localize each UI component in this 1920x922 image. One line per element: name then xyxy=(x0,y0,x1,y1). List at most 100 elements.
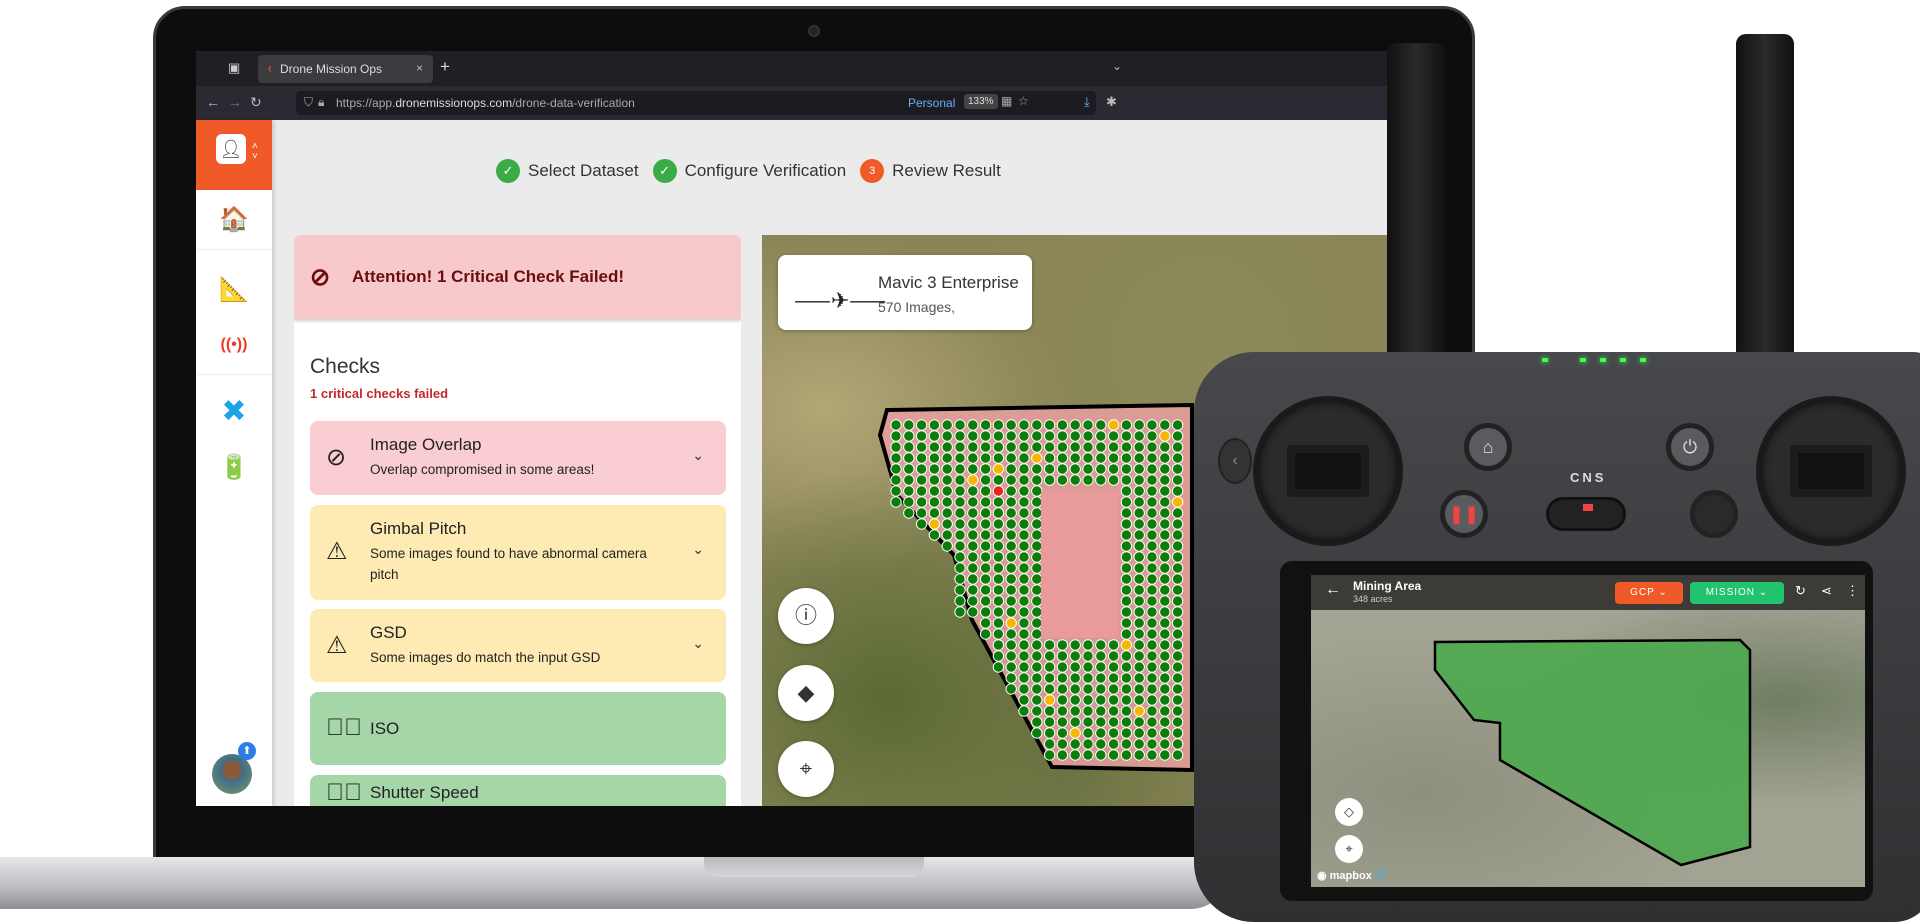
check-item-iso[interactable]: ✓⃝ ISO xyxy=(310,692,726,765)
image-point[interactable] xyxy=(1159,716,1171,728)
image-point[interactable] xyxy=(967,507,979,519)
image-point[interactable] xyxy=(941,419,953,431)
image-point[interactable] xyxy=(1133,441,1145,453)
image-point[interactable] xyxy=(1146,639,1158,651)
image-point[interactable] xyxy=(992,441,1005,453)
image-point[interactable] xyxy=(890,441,902,453)
image-point[interactable] xyxy=(1146,749,1158,761)
image-point[interactable] xyxy=(1005,518,1017,530)
image-point[interactable] xyxy=(1133,639,1145,651)
image-point[interactable] xyxy=(1005,661,1017,673)
image-point[interactable] xyxy=(1095,639,1107,651)
mission-dropdown[interactable]: MISSION ⌄ xyxy=(1690,582,1784,604)
image-point[interactable] xyxy=(1171,485,1184,497)
image-point[interactable] xyxy=(1146,441,1158,453)
image-point[interactable] xyxy=(928,496,941,508)
image-point[interactable] xyxy=(967,430,979,442)
image-point[interactable] xyxy=(979,430,992,442)
image-point[interactable] xyxy=(954,562,966,574)
image-point[interactable] xyxy=(1171,562,1184,574)
image-point[interactable] xyxy=(1069,474,1081,486)
check-item-gsd[interactable]: ⚠ GSD Some images do match the input GSD… xyxy=(310,609,726,682)
image-point[interactable] xyxy=(1069,705,1081,717)
image-point[interactable] xyxy=(1171,727,1184,739)
image-point[interactable] xyxy=(903,430,915,442)
image-point[interactable] xyxy=(967,441,979,453)
image-point[interactable] xyxy=(1120,584,1133,596)
image-point[interactable] xyxy=(992,617,1005,629)
image-point[interactable] xyxy=(1171,496,1184,508)
image-point[interactable] xyxy=(1095,474,1107,486)
image-point[interactable] xyxy=(1171,573,1184,585)
image-point[interactable] xyxy=(1005,617,1017,629)
image-point[interactable] xyxy=(1146,716,1158,728)
image-point[interactable] xyxy=(1171,749,1184,761)
image-point[interactable] xyxy=(1146,551,1158,563)
image-point[interactable] xyxy=(1018,507,1030,519)
image-point[interactable] xyxy=(1031,727,1043,739)
image-point[interactable] xyxy=(954,551,966,563)
image-point[interactable] xyxy=(1159,529,1171,541)
image-point[interactable] xyxy=(1107,639,1120,651)
image-point[interactable] xyxy=(1082,716,1094,728)
image-point[interactable] xyxy=(1005,419,1017,431)
image-point[interactable] xyxy=(1005,529,1017,541)
image-point[interactable] xyxy=(915,485,928,497)
image-point[interactable] xyxy=(1005,507,1017,519)
image-point[interactable] xyxy=(1069,738,1081,750)
image-point[interactable] xyxy=(1159,518,1171,530)
image-point[interactable] xyxy=(1082,661,1094,673)
image-point[interactable] xyxy=(1031,441,1043,453)
left-control-stick[interactable] xyxy=(1253,396,1403,546)
image-point[interactable] xyxy=(967,463,979,475)
image-point[interactable] xyxy=(1018,529,1030,541)
image-point[interactable] xyxy=(1120,617,1133,629)
image-point[interactable] xyxy=(1043,430,1056,442)
image-point[interactable] xyxy=(915,496,928,508)
check-item-gimbal-pitch[interactable]: ⚠ Gimbal Pitch Some images found to have… xyxy=(310,505,726,600)
image-point[interactable] xyxy=(1095,749,1107,761)
image-point[interactable] xyxy=(1018,540,1030,552)
image-point[interactable] xyxy=(979,463,992,475)
image-point[interactable] xyxy=(1005,606,1017,618)
image-point[interactable] xyxy=(1159,595,1171,607)
image-point[interactable] xyxy=(954,485,966,497)
image-point[interactable] xyxy=(1159,650,1171,662)
image-point[interactable] xyxy=(1005,595,1017,607)
image-point[interactable] xyxy=(1133,551,1145,563)
image-point[interactable] xyxy=(941,452,953,464)
image-point[interactable] xyxy=(1082,727,1094,739)
image-point[interactable] xyxy=(903,441,915,453)
image-point[interactable] xyxy=(1043,441,1056,453)
image-point[interactable] xyxy=(1107,463,1120,475)
image-point[interactable] xyxy=(1133,606,1145,618)
image-point[interactable] xyxy=(1069,716,1081,728)
image-point[interactable] xyxy=(967,606,979,618)
image-point[interactable] xyxy=(1095,419,1107,431)
image-point[interactable] xyxy=(1120,738,1133,750)
image-point[interactable] xyxy=(1031,584,1043,596)
image-point[interactable] xyxy=(1031,485,1043,497)
image-point[interactable] xyxy=(941,529,953,541)
step-configure-verification[interactable]: ✓ Configure Verification xyxy=(652,159,846,183)
image-point[interactable] xyxy=(941,485,953,497)
image-point[interactable] xyxy=(1018,452,1030,464)
image-point[interactable] xyxy=(941,430,953,442)
image-point[interactable] xyxy=(1069,463,1081,475)
image-point[interactable] xyxy=(1159,705,1171,717)
live-broadcast-icon[interactable]: ((•)) xyxy=(196,315,272,375)
image-point[interactable] xyxy=(1005,474,1017,486)
image-point[interactable] xyxy=(915,430,928,442)
image-point[interactable] xyxy=(1082,441,1094,453)
image-point[interactable] xyxy=(1159,617,1171,629)
image-point[interactable] xyxy=(992,639,1005,651)
image-point[interactable] xyxy=(903,474,915,486)
image-point[interactable] xyxy=(1133,419,1145,431)
image-point[interactable] xyxy=(967,562,979,574)
image-point[interactable] xyxy=(1005,683,1017,695)
image-point[interactable] xyxy=(1069,441,1081,453)
power-button[interactable]: ⏻ xyxy=(1666,423,1714,471)
image-point[interactable] xyxy=(941,540,953,552)
image-point[interactable] xyxy=(967,595,979,607)
image-point[interactable] xyxy=(954,496,966,508)
